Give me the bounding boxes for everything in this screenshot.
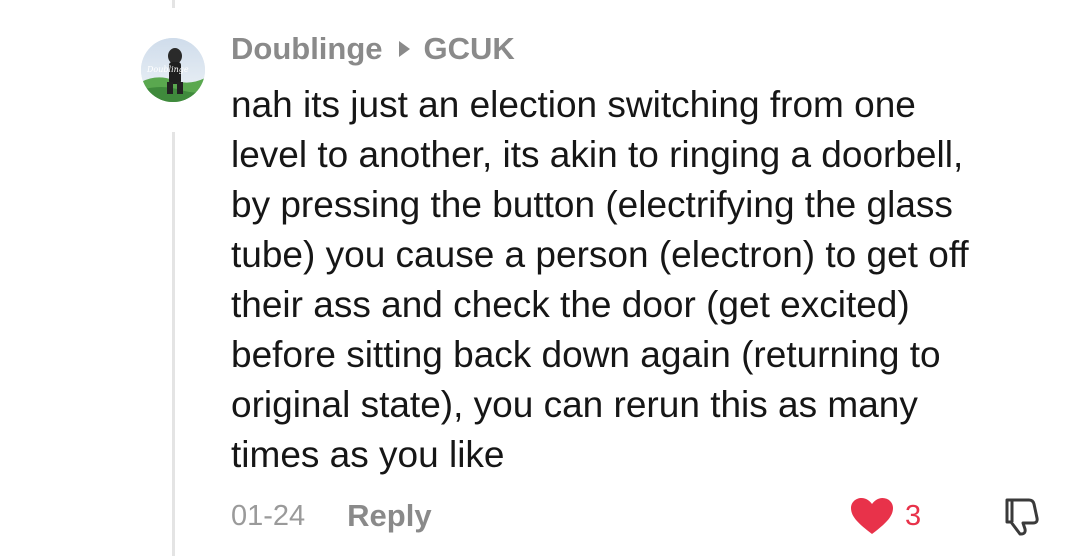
comment-line: their ass and check the door (get excite… xyxy=(231,284,910,325)
comment-line: original state), you can rerun this as m… xyxy=(231,384,918,425)
heart-icon xyxy=(851,498,893,534)
thread-line xyxy=(172,132,175,556)
comment-footer: 01-24 Reply 3 xyxy=(231,494,1061,538)
like-count: 3 xyxy=(905,499,922,532)
comment-line: level to another, its akin to ringing a … xyxy=(231,134,964,175)
comment-date: 01-24 xyxy=(231,499,306,532)
comment-line: by pressing the button (electrifying the… xyxy=(231,184,953,225)
reply-button[interactable]: Reply xyxy=(347,498,431,534)
username[interactable]: Doublinge xyxy=(231,31,383,67)
like-button[interactable]: 3 xyxy=(849,494,921,538)
thumbs-down-icon xyxy=(1005,498,1039,536)
comment-line: before sitting back down again (returnin… xyxy=(231,334,941,375)
reply-target-username[interactable]: GCUK xyxy=(424,31,515,67)
thread-line-top xyxy=(172,0,175,8)
comment-header: Doublinge GCUK xyxy=(231,28,1071,70)
comment-line: times as you like xyxy=(231,434,505,475)
comment: Doublinge GCUK nah its just an election … xyxy=(231,28,1071,480)
comment-line: nah its just an election switching from … xyxy=(231,84,916,125)
play-arrow-icon xyxy=(398,41,410,57)
avatar-signature: Doublinge xyxy=(146,65,189,74)
avatar[interactable]: Doublinge xyxy=(141,38,205,102)
dislike-button[interactable] xyxy=(999,496,1043,536)
avatar-image: Doublinge xyxy=(141,38,205,102)
comment-line: tube) you cause a person (electron) to g… xyxy=(231,234,969,275)
comment-body: nah its just an election switching from … xyxy=(231,80,1061,480)
